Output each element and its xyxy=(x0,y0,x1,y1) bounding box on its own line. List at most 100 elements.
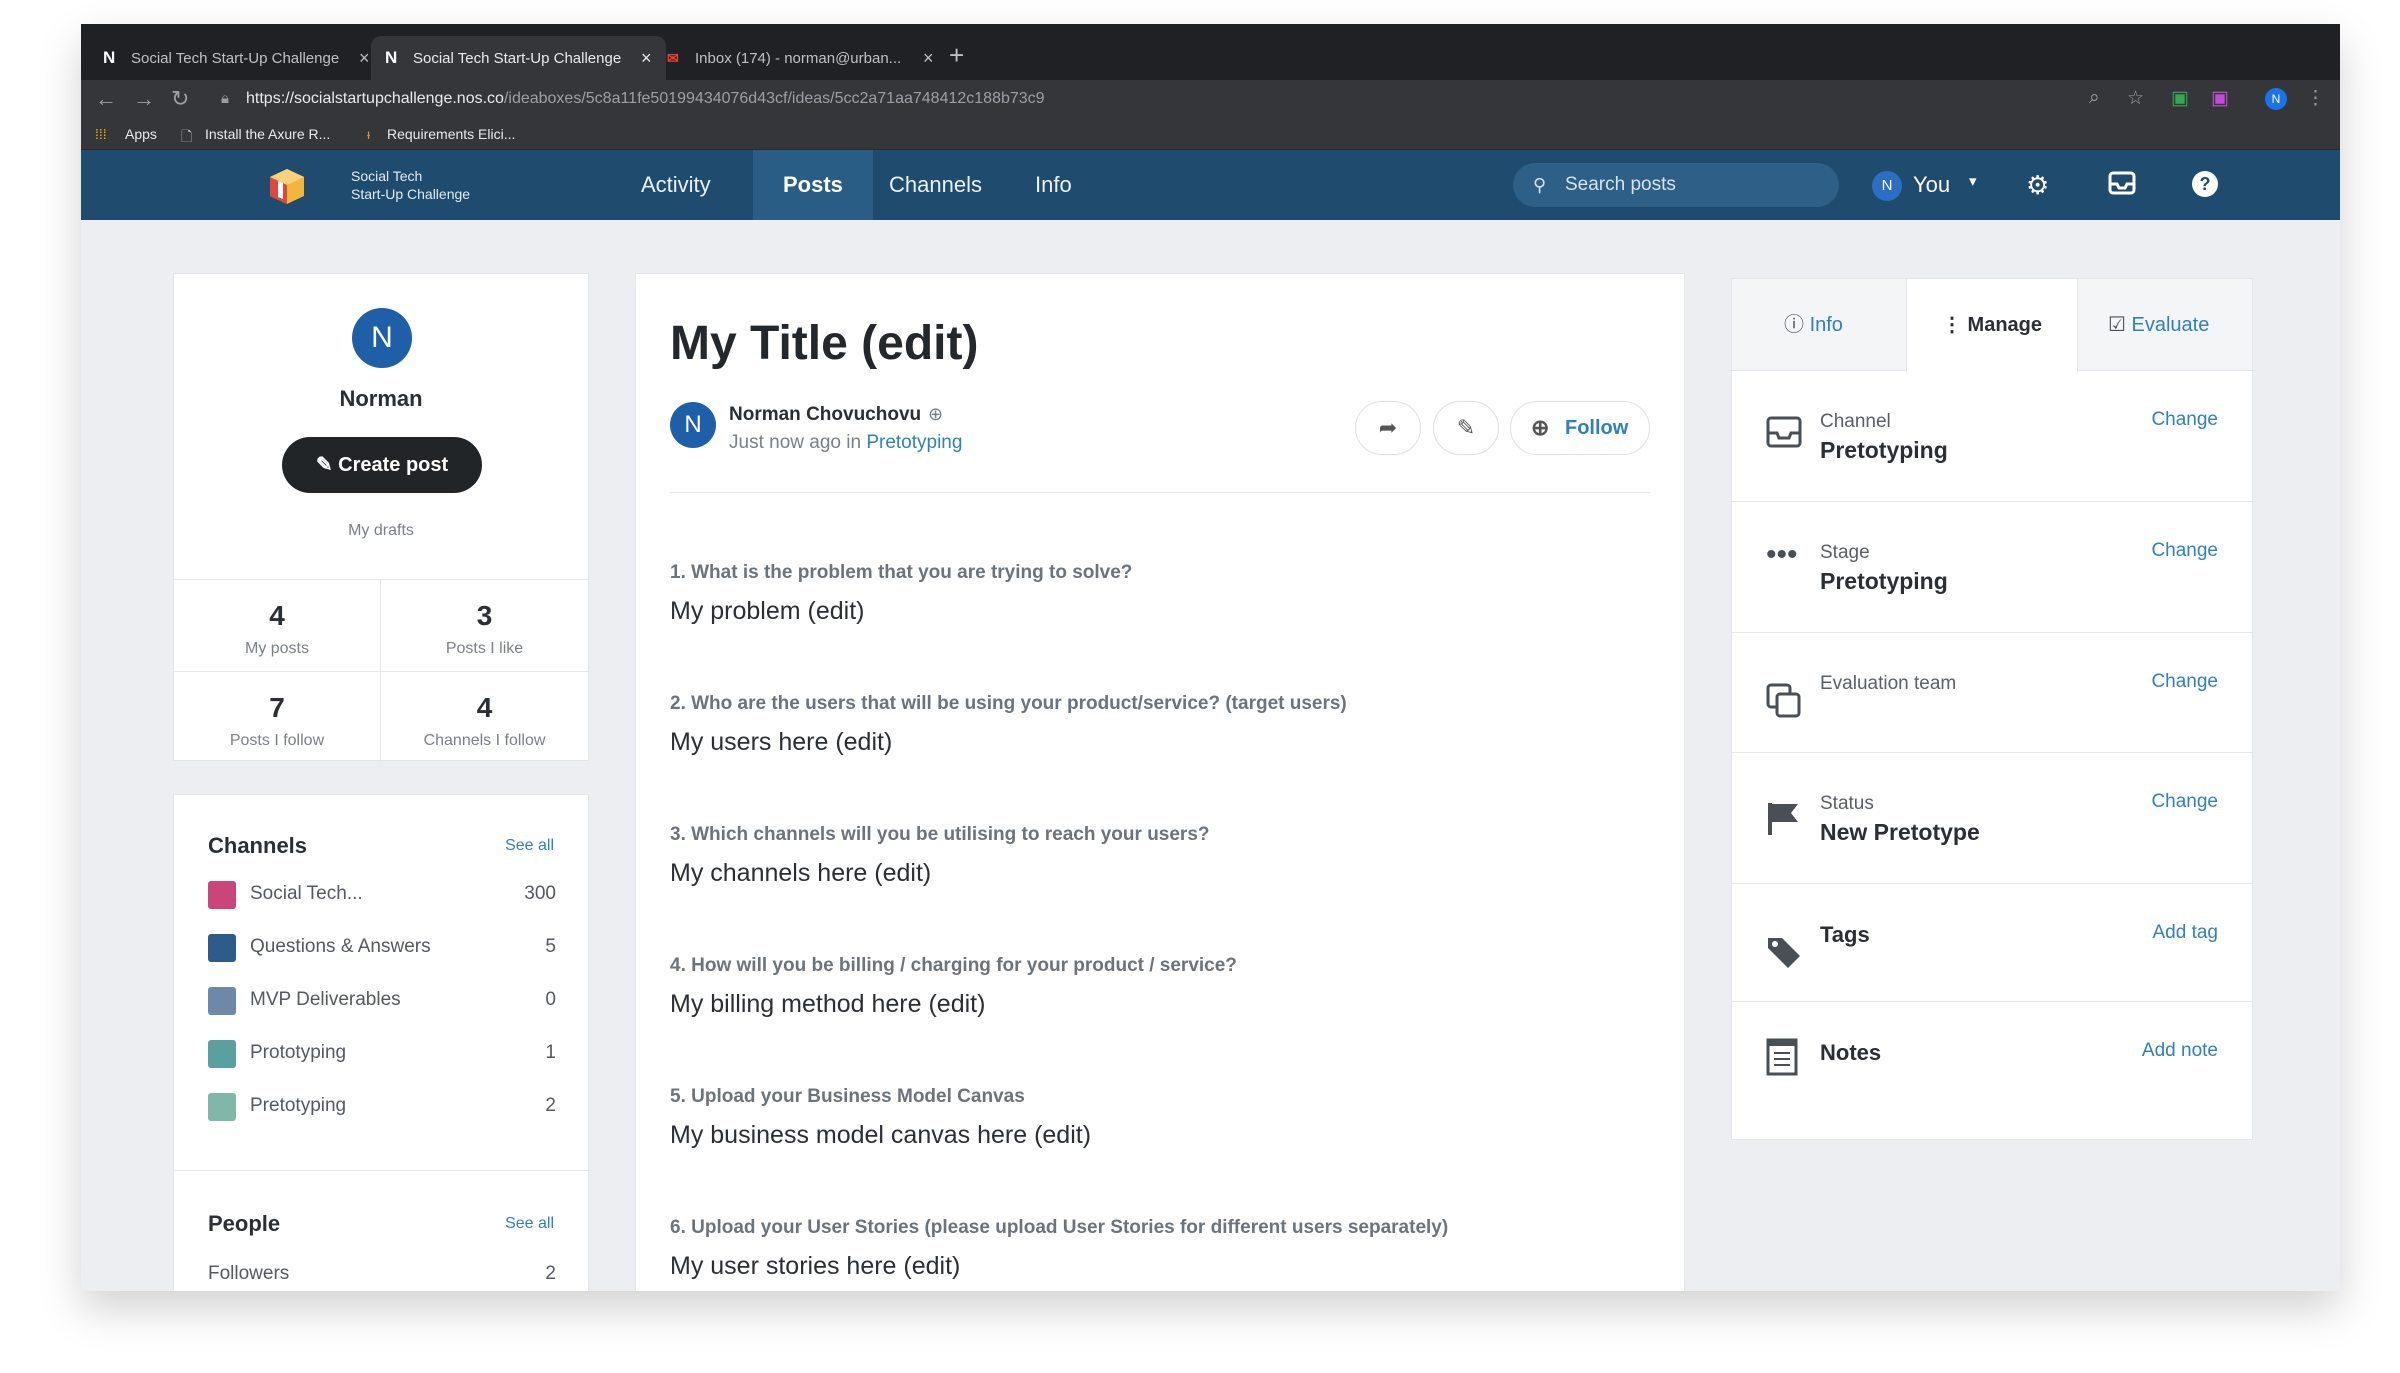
nav-channels[interactable]: Channels xyxy=(871,150,1000,220)
close-icon[interactable]: × xyxy=(641,48,652,69)
channel-item[interactable]: Prototyping 1 xyxy=(208,1038,556,1068)
people-see-all-link[interactable]: See all xyxy=(505,1215,554,1233)
search-input[interactable]: ⚲ Search posts xyxy=(1513,163,1839,207)
add-note-link[interactable]: Add note xyxy=(2142,1040,2218,1062)
share-button[interactable]: ➦ xyxy=(1355,401,1421,455)
apps-grid-icon: ⁞⁞⁞ xyxy=(95,126,107,142)
followers-item[interactable]: Followers 2 xyxy=(208,1259,556,1289)
manage-row-evaluation-team: Evaluation team Change xyxy=(1732,633,2252,753)
follow-button[interactable]: ⊕ Follow xyxy=(1510,401,1650,455)
answer-5[interactable]: My business model canvas here (edit) xyxy=(670,1121,1091,1150)
post-title[interactable]: My Title (edit) xyxy=(670,316,978,371)
channels-see-all-link[interactable]: See all xyxy=(505,837,554,855)
change-evaluation-team-link[interactable]: Change xyxy=(2151,671,2218,693)
help-icon[interactable]: ? xyxy=(2191,170,2219,205)
channels-title: Channels xyxy=(208,833,308,858)
channel-name: Prototyping xyxy=(250,1042,347,1063)
back-icon[interactable]: ← xyxy=(95,86,117,112)
gear-icon[interactable]: ⚙ xyxy=(2026,170,2049,201)
edit-button[interactable]: ✎ xyxy=(1433,401,1499,455)
bookmark-axure[interactable]: Install the Axure R... xyxy=(205,126,330,142)
tab-manage[interactable]: ⋮ Manage xyxy=(1906,279,2078,372)
channel-count: 0 xyxy=(545,989,556,1010)
channel-thumbnail xyxy=(208,934,236,962)
channel-name: Questions & Answers xyxy=(250,936,431,957)
tab-evaluate[interactable]: ☑ Evaluate xyxy=(2108,279,2209,371)
my-drafts-link[interactable]: My drafts xyxy=(174,522,588,540)
post-meta: Just now ago in Pretotyping xyxy=(729,432,962,454)
row-value: New Pretotype xyxy=(1820,819,1980,845)
question-3: 3. Which channels will you be utilising … xyxy=(670,824,1210,845)
profile-avatar[interactable]: N xyxy=(2265,88,2287,110)
avatar[interactable]: N xyxy=(670,402,716,448)
reload-icon[interactable]: ↻ xyxy=(171,86,189,112)
forward-icon[interactable]: → xyxy=(133,86,155,112)
menu-kebab-icon[interactable]: ⋮ xyxy=(2306,87,2325,110)
channel-item[interactable]: MVP Deliverables 0 xyxy=(208,985,556,1015)
channel-item[interactable]: Social Tech... 300 xyxy=(208,879,556,909)
nav-activity[interactable]: Activity xyxy=(623,150,729,220)
post-time: Just now ago xyxy=(729,432,841,453)
channel-item[interactable]: Pretotyping 2 xyxy=(208,1091,556,1121)
notes-icon xyxy=(1766,1038,1798,1085)
bookmark-requirements[interactable]: Requirements Elici... xyxy=(387,126,515,142)
close-icon[interactable]: × xyxy=(923,48,934,69)
manage-row-tags: Tags Add tag xyxy=(1732,884,2252,1002)
post-channel-link[interactable]: Pretotyping xyxy=(866,432,962,453)
checklist-icon: ☑ xyxy=(2108,314,2132,336)
browser-tab-3[interactable]: ✉ Inbox (174) - norman@urban... × xyxy=(653,36,948,80)
change-channel-link[interactable]: Change xyxy=(2151,409,2218,431)
bookmark-apps[interactable]: Apps xyxy=(125,126,157,142)
chevron-down-icon[interactable]: ▾ xyxy=(1969,172,1977,190)
avatar[interactable]: N xyxy=(352,308,412,368)
followers-label: Followers xyxy=(208,1263,290,1284)
logo-icon[interactable] xyxy=(267,166,307,206)
extension-icon[interactable]: ▣ xyxy=(2171,87,2189,110)
answer-1[interactable]: My problem (edit) xyxy=(670,597,865,626)
change-stage-link[interactable]: Change xyxy=(2151,540,2218,562)
extension-icon[interactable]: ▣ xyxy=(2211,87,2229,110)
nav-info[interactable]: Info xyxy=(1017,150,1090,220)
inbox-icon[interactable] xyxy=(2108,170,2136,203)
browser-tab-2[interactable]: N Social Tech Start-Up Challenge × xyxy=(371,36,666,80)
answer-4[interactable]: My billing method here (edit) xyxy=(670,990,985,1019)
star-icon[interactable]: ☆ xyxy=(2127,87,2144,110)
channel-name: Social Tech... xyxy=(250,883,363,904)
add-circle-icon[interactable]: ⊕ xyxy=(928,404,943,425)
profile-card: N Norman ✎ Create post My drafts 4 My po… xyxy=(173,273,589,763)
stat-number: 3 xyxy=(476,600,493,631)
author-name[interactable]: Norman Chovuchovu xyxy=(729,404,921,426)
nav-posts[interactable]: Posts xyxy=(753,150,873,220)
address-bar[interactable]: https://socialstartupchallenge.nos.co/id… xyxy=(246,90,1045,108)
stat-posts-i-like[interactable]: 3 Posts I like xyxy=(381,579,588,671)
stat-label: My posts xyxy=(244,640,309,657)
profile-name[interactable]: Norman xyxy=(174,386,588,412)
create-post-button[interactable]: ✎ Create post xyxy=(282,437,482,493)
url-path: /ideaboxes/5c8a11fe50199434076d43cf/idea… xyxy=(503,90,1045,107)
tab-title: Social Tech Start-Up Challenge xyxy=(413,49,622,67)
browser-tab-1[interactable]: N Social Tech Start-Up Challenge × xyxy=(89,36,384,80)
flag-icon xyxy=(1766,801,1800,846)
stat-number: 4 xyxy=(269,600,285,631)
zoom-icon[interactable]: ⌕ xyxy=(2089,87,2100,109)
bookmark-favicon-icon: ᵼ xyxy=(367,126,371,142)
tab-info[interactable]: ⓘ Info xyxy=(1784,279,1843,371)
url-host: https://socialstartupchallenge.nos.co xyxy=(246,90,504,107)
user-menu[interactable]: You xyxy=(1913,172,1950,198)
answer-6[interactable]: My user stories here (edit) xyxy=(670,1252,960,1281)
answer-3[interactable]: My channels here (edit) xyxy=(670,859,931,888)
stat-my-posts[interactable]: 4 My posts xyxy=(174,579,381,671)
change-status-link[interactable]: Change xyxy=(2151,791,2218,813)
people-title: People xyxy=(208,1211,281,1236)
new-tab-icon[interactable]: + xyxy=(949,40,964,71)
stat-posts-i-follow[interactable]: 7 Posts I follow xyxy=(174,671,381,763)
add-tag-link[interactable]: Add tag xyxy=(2153,922,2219,944)
logo-line-2: Start-Up Challenge xyxy=(351,186,471,202)
channel-count: 2 xyxy=(545,1095,556,1116)
close-icon[interactable]: × xyxy=(359,48,370,69)
stat-channels-i-follow[interactable]: 4 Channels I follow xyxy=(381,671,588,763)
answer-2[interactable]: My users here (edit) xyxy=(670,728,892,757)
channel-item[interactable]: Questions & Answers 5 xyxy=(208,932,556,962)
user-avatar[interactable]: N xyxy=(1872,171,1902,201)
channel-count: 5 xyxy=(545,936,556,957)
